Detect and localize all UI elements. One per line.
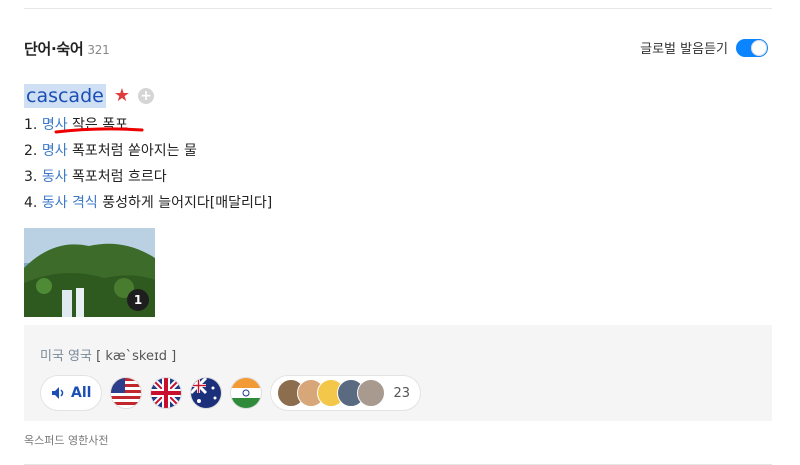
- toggle-switch[interactable]: [736, 38, 768, 57]
- part-of-speech: 명사: [41, 143, 68, 159]
- user-count: 23: [393, 385, 410, 401]
- meaning-item: 3. 동사 폭포처럼 흐르다: [24, 169, 167, 185]
- in-flag-icon[interactable]: [230, 377, 263, 409]
- au-flag-icon[interactable]: [190, 377, 223, 409]
- ipa-text: [ kæˋskeɪd ]: [96, 349, 177, 364]
- image-count-badge: 1: [127, 289, 149, 311]
- avatar: [357, 379, 386, 407]
- top-divider: [24, 8, 772, 9]
- word-row: cascade ★ +: [24, 84, 154, 108]
- red-underline-mark: [54, 127, 144, 134]
- source-label: 옥스퍼드 영한사전: [24, 434, 109, 447]
- global-listen-toggle[interactable]: 글로벌 발음듣기: [640, 38, 768, 57]
- toggle-knob: [751, 39, 767, 56]
- headword-link[interactable]: cascade: [24, 84, 106, 108]
- speaker-icon: [52, 387, 64, 399]
- play-all-button[interactable]: All: [40, 375, 103, 411]
- plus-icon[interactable]: +: [137, 88, 154, 104]
- meaning-item: 2. 명사 폭포처럼 쏟아지는 물: [24, 143, 197, 159]
- us-flag-icon[interactable]: [110, 377, 143, 409]
- section-title: 단어·숙어 321: [24, 40, 110, 58]
- pronunciation-label: 미국 영국 [ kæˋskeɪd ]: [40, 349, 177, 364]
- meaning-item: 4. 동사 격식 풍성하게 늘어지다[매달리다]: [24, 195, 273, 211]
- uk-flag-icon[interactable]: [150, 377, 183, 409]
- pronunciation-panel: 미국 영국 [ kæˋskeɪd ] All 23: [24, 325, 772, 421]
- part-of-speech: 동사 격식: [41, 195, 98, 211]
- part-of-speech: 동사: [41, 169, 68, 185]
- star-icon[interactable]: ★: [114, 87, 130, 105]
- section-count: 321: [87, 43, 110, 57]
- waterfall-image[interactable]: 1: [24, 228, 155, 317]
- pronunciation-controls: All 23: [40, 375, 421, 411]
- user-recordings-button[interactable]: 23: [270, 375, 421, 411]
- global-listen-label: 글로벌 발음듣기: [640, 42, 728, 57]
